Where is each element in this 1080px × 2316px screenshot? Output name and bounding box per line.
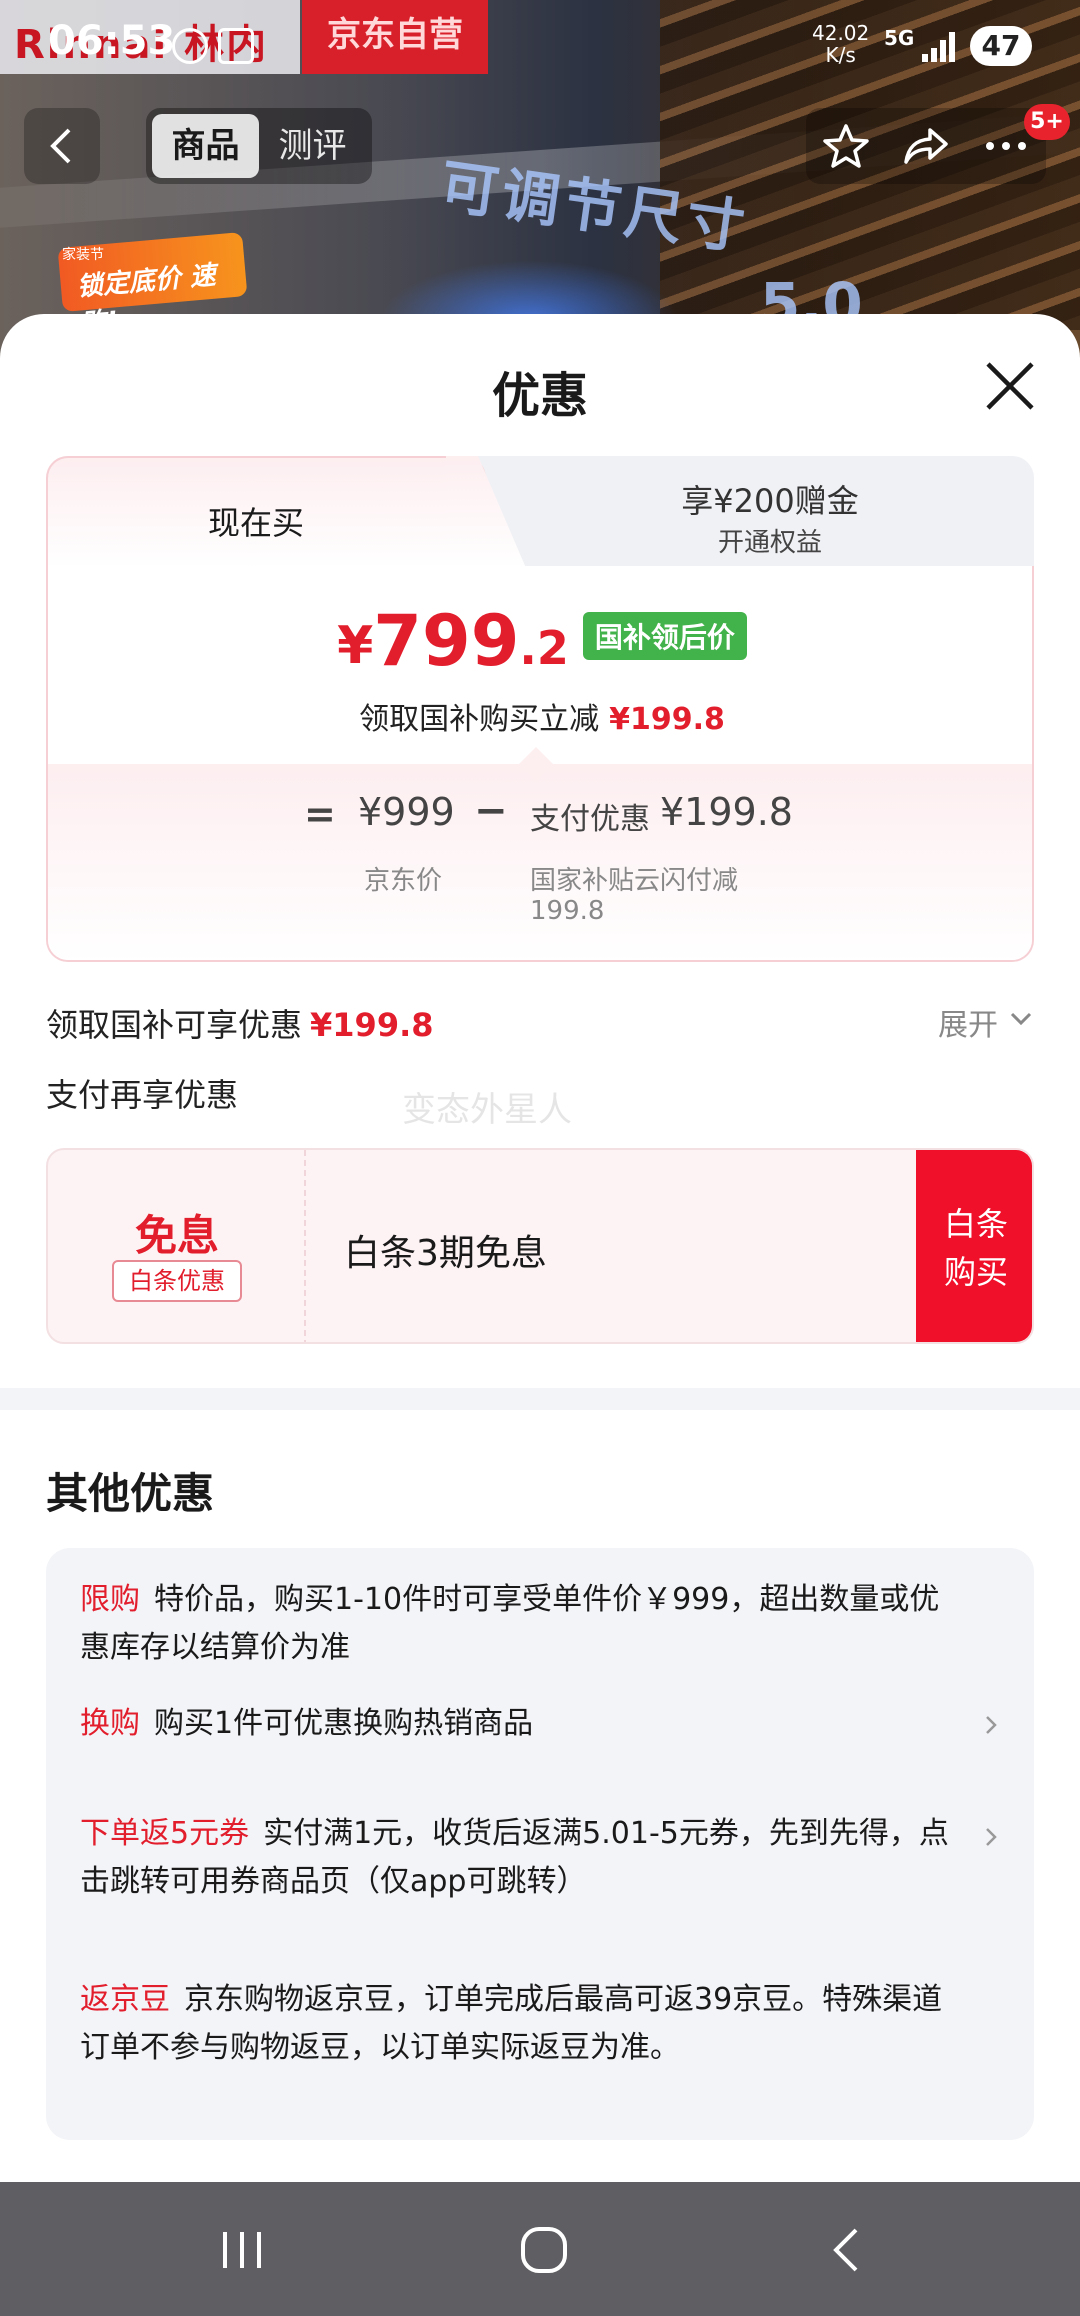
message-badge: 5+ bbox=[1024, 104, 1070, 140]
offer-text: 特价品，购买1-10件时可享受单件价￥999，超出数量或优惠库存以结算价为准 bbox=[80, 1582, 940, 1665]
jd-price-caption: 京东价 bbox=[364, 866, 443, 896]
baitiao-buy-button[interactable]: 白条 购买 bbox=[916, 1150, 1032, 1342]
close-icon bbox=[986, 362, 1034, 410]
price-decimal: .2 bbox=[519, 621, 569, 675]
minus-sign: − bbox=[474, 788, 508, 834]
tab-gift-label[interactable]: 享¥200赠金 bbox=[506, 476, 1034, 522]
baitiao-buy-line2: 购买 bbox=[943, 1253, 1008, 1291]
price-card: 现在买 享¥200赠金 开通权益 ¥ 799 .2 国补领后价 领取国补购买立减… bbox=[46, 456, 1034, 962]
subsidy-offer-value: ¥199.8 bbox=[310, 1006, 434, 1044]
other-offers-title: 其他优惠 bbox=[46, 1469, 215, 1518]
equals-sign: = bbox=[304, 792, 336, 836]
offer-text: 购买1件可优惠换购热销商品 bbox=[154, 1706, 534, 1741]
baitiao-offer-card[interactable]: 免息 白条优惠 白条3期免息 白条购买 bbox=[46, 1148, 1034, 1344]
pay-discount-label: 支付优惠 bbox=[530, 802, 650, 837]
back-button[interactable] bbox=[24, 108, 100, 184]
status-bar: 06:53 42.02 K/s 5G 47 bbox=[0, 0, 1080, 92]
chevron-right-icon[interactable] bbox=[980, 1826, 1002, 1848]
baitiao-offer-text: 白条3期免息 bbox=[344, 1233, 547, 1274]
pay-discount-caption: 国家补贴云闪付减 bbox=[530, 866, 739, 896]
offer-item-beans: 返京豆 京东购物返京豆，订单完成后最高可返39京豆。特殊渠道订单不参与购物返豆，以… bbox=[80, 1976, 960, 2072]
network-speed-value: 42.02 bbox=[812, 21, 870, 45]
screenshot-status-icon bbox=[218, 28, 254, 64]
back-arrow-icon bbox=[50, 128, 71, 164]
other-offers-list: 限购 特价品，购买1-10件时可享受单件价￥999，超出数量或优惠库存以结算价为准… bbox=[46, 1548, 1034, 2140]
price-calculation: = ¥999 − 支付优惠 ¥199.8 京东价 国家补贴云闪付减 199.8 bbox=[48, 764, 1032, 960]
tab-gift-sublabel[interactable]: 开通权益 bbox=[506, 522, 1034, 559]
baitiao-chip: 白条优惠 bbox=[112, 1260, 242, 1302]
sheet-title: 优惠 bbox=[491, 368, 588, 424]
offer-tag: 限购 bbox=[80, 1582, 140, 1617]
expand-button[interactable]: 展开 bbox=[938, 1000, 998, 1044]
recent-apps-icon bbox=[223, 2232, 261, 2268]
interest-free-label: 免息 bbox=[134, 1211, 219, 1260]
product-tabs: 商品 测评 bbox=[146, 108, 372, 184]
offer-item-coupon[interactable]: 下单返5元券 实付满1元，收货后返满5.01-5元券，先到先得，点击跳转可用券商品… bbox=[80, 1810, 960, 1906]
subsidy-price-badge: 国补领后价 bbox=[582, 612, 747, 660]
pay-more-offers-label: 支付再享优惠 bbox=[46, 1076, 239, 1114]
close-button[interactable] bbox=[978, 354, 1042, 418]
price-currency: ¥ bbox=[337, 616, 374, 676]
pay-discount-caption-amount: 199.8 bbox=[530, 896, 605, 926]
baitiao-offer-left: 免息 白条优惠 bbox=[48, 1150, 306, 1342]
back-icon bbox=[833, 2228, 858, 2272]
more-icon bbox=[986, 142, 1026, 150]
pay-discount-value: ¥199.8 bbox=[660, 790, 793, 834]
subsidy-reduction-value: ¥199.8 bbox=[609, 702, 725, 737]
subsidy-offer-row: 领取国补可享优惠 ¥199.8 bbox=[46, 1000, 434, 1046]
home-icon bbox=[521, 2227, 567, 2273]
battery-indicator: 47 bbox=[970, 26, 1032, 66]
chevron-down-icon bbox=[1010, 1012, 1032, 1026]
discount-sheet: 优惠 现在买 享¥200赠金 开通权益 ¥ 799 .2 国补领后价 领取国补购… bbox=[0, 314, 1080, 2182]
favorite-button[interactable] bbox=[818, 118, 874, 174]
share-icon bbox=[904, 128, 948, 164]
promo-sticker-top: 家装节 bbox=[62, 247, 104, 263]
offer-item-limit: 限购 特价品，购买1-10件时可享受单件价￥999，超出数量或优惠库存以结算价为准 bbox=[80, 1576, 960, 1672]
tab-review[interactable]: 测评 bbox=[259, 114, 366, 178]
watermark: 变态外星人 bbox=[402, 1090, 572, 1130]
offer-text: 京东购物返京豆，订单完成后最高可返39京豆。特殊渠道订单不参与购物返豆，以订单实… bbox=[80, 1982, 943, 2065]
section-divider bbox=[0, 1388, 1080, 1410]
chevron-right-icon[interactable] bbox=[980, 1714, 1002, 1736]
offer-tag: 下单返5元券 bbox=[80, 1816, 250, 1851]
final-price: ¥ 799 .2 国补领后价 bbox=[48, 600, 1032, 682]
navigation-status-icon bbox=[172, 28, 208, 64]
network-type: 5G bbox=[884, 26, 915, 50]
offer-tag: 返京豆 bbox=[80, 1982, 170, 2017]
recent-apps-button[interactable] bbox=[202, 2212, 282, 2288]
baitiao-buy-line1: 白条 bbox=[943, 1205, 1008, 1243]
star-icon bbox=[823, 124, 869, 168]
price-card-body: ¥ 799 .2 国补领后价 领取国补购买立减 ¥199.8 = ¥999 − 支… bbox=[46, 566, 1034, 962]
subsidy-reduction: 领取国补购买立减 ¥199.8 bbox=[48, 694, 1032, 738]
price-integer: 799 bbox=[373, 600, 520, 682]
jd-base-price: ¥999 bbox=[358, 790, 455, 834]
network-speed-unit: K/s bbox=[825, 43, 856, 67]
tab-product[interactable]: 商品 bbox=[152, 114, 259, 178]
subsidy-offer-label: 领取国补可享优惠 bbox=[46, 1006, 303, 1044]
system-back-button[interactable] bbox=[806, 2212, 886, 2288]
nav-actions bbox=[806, 108, 1046, 184]
network-speed: 42.02 K/s bbox=[812, 22, 869, 66]
signal-icon bbox=[922, 30, 958, 62]
system-nav-bar bbox=[0, 2182, 1080, 2316]
offer-item-exchange[interactable]: 换购 购买1件可优惠换购热销商品 bbox=[80, 1700, 960, 1748]
offer-tag: 换购 bbox=[80, 1706, 140, 1741]
share-button[interactable] bbox=[898, 118, 954, 174]
subsidy-reduction-label: 领取国补购买立减 bbox=[359, 702, 600, 737]
status-time: 06:53 bbox=[48, 18, 176, 64]
tab-buy-now-label: 现在买 bbox=[207, 504, 304, 542]
home-button[interactable] bbox=[504, 2212, 584, 2288]
